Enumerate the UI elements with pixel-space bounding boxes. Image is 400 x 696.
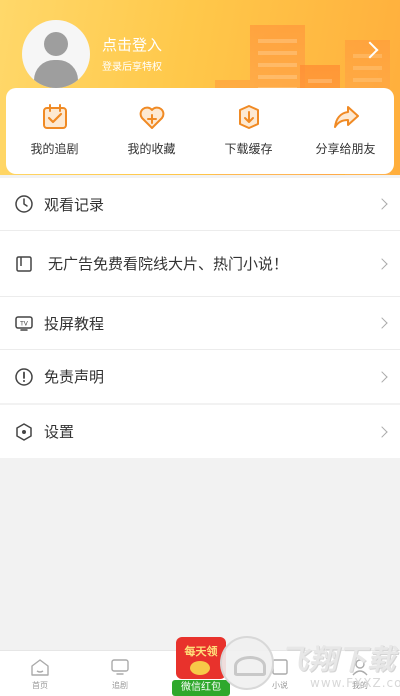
book-icon <box>16 255 32 272</box>
nav-label: 首页 <box>32 681 48 690</box>
chevron-right-icon <box>376 257 388 270</box>
avatar-head-shape <box>44 32 68 56</box>
menu-item-label: 观看记录 <box>44 195 105 214</box>
chevron-right-icon <box>376 370 388 383</box>
quick-action-my-tracking[interactable]: 我的追剧 <box>6 88 103 174</box>
svg-text:TV: TV <box>19 321 29 328</box>
menu-item-label: 免责声明 <box>44 368 105 386</box>
chevron-right-icon <box>376 425 388 438</box>
calendar-check-icon <box>42 104 67 129</box>
quick-action-share[interactable]: 分享给朋友 <box>297 88 394 174</box>
chevron-right-icon <box>376 198 388 210</box>
chevron-right-icon <box>376 317 388 329</box>
clock-icon <box>15 195 33 213</box>
tv-icon <box>111 659 129 675</box>
quick-action-my-favorites[interactable]: 我的收藏 <box>103 88 200 174</box>
share-arrow-icon <box>333 106 359 128</box>
nav-label: 追剧 <box>112 681 128 690</box>
menu-item-watch-history[interactable]: 观看记录 <box>0 178 400 231</box>
download-box-icon <box>238 105 259 129</box>
settings-list: 设置 <box>0 405 400 458</box>
watermark-url: www.FXXZ.com <box>310 676 400 690</box>
watermark: 飞翔下载 www.FXXZ.com <box>220 632 400 696</box>
exclamation-icon <box>15 367 33 386</box>
promo-top-text: 每天领 <box>184 645 218 658</box>
settings-hexagon-icon <box>16 422 32 441</box>
avatar[interactable] <box>22 20 90 88</box>
menu-item-label: 设置 <box>44 423 75 441</box>
watermark-logo-icon <box>220 636 274 690</box>
quick-action-label: 我的收藏 <box>127 142 176 156</box>
quick-actions-card: 我的追剧 我的收藏 下载缓存 分享给朋友 <box>6 88 394 174</box>
login-subtitle: 登录后享特权 <box>102 62 162 73</box>
menu-item-label: 投屏教程 <box>44 314 105 333</box>
heart-add-icon <box>139 106 164 129</box>
quick-action-label: 分享给朋友 <box>315 142 376 156</box>
tv-icon: TV <box>15 316 33 331</box>
quick-action-download-cache[interactable]: 下载缓存 <box>200 88 297 174</box>
nav-item-tracking[interactable]: 追剧 <box>80 651 160 696</box>
login-title[interactable]: 点击登入 <box>102 34 162 55</box>
menu-list: 观看记录 无广告免费看院线大片、热门小说！ TV 投屏教程 免责声明 <box>0 178 400 403</box>
watermark-title: 飞翔下载 <box>280 643 397 676</box>
menu-item-label: 无广告免费看院线大片、热门小说！ <box>48 255 289 273</box>
avatar-body-shape <box>34 60 78 88</box>
menu-item-disclaimer[interactable]: 免责声明 <box>0 350 400 403</box>
menu-item-ad-free-promo[interactable]: 无广告免费看院线大片、热门小说！ <box>0 231 400 297</box>
coin-icon <box>190 661 210 675</box>
nav-item-home[interactable]: 首页 <box>0 651 80 696</box>
home-icon <box>31 659 49 676</box>
menu-item-settings[interactable]: 设置 <box>0 405 400 458</box>
menu-item-cast-tutorial[interactable]: TV 投屏教程 <box>0 297 400 350</box>
quick-action-label: 下载缓存 <box>224 142 273 156</box>
quick-action-label: 我的追剧 <box>30 142 79 156</box>
